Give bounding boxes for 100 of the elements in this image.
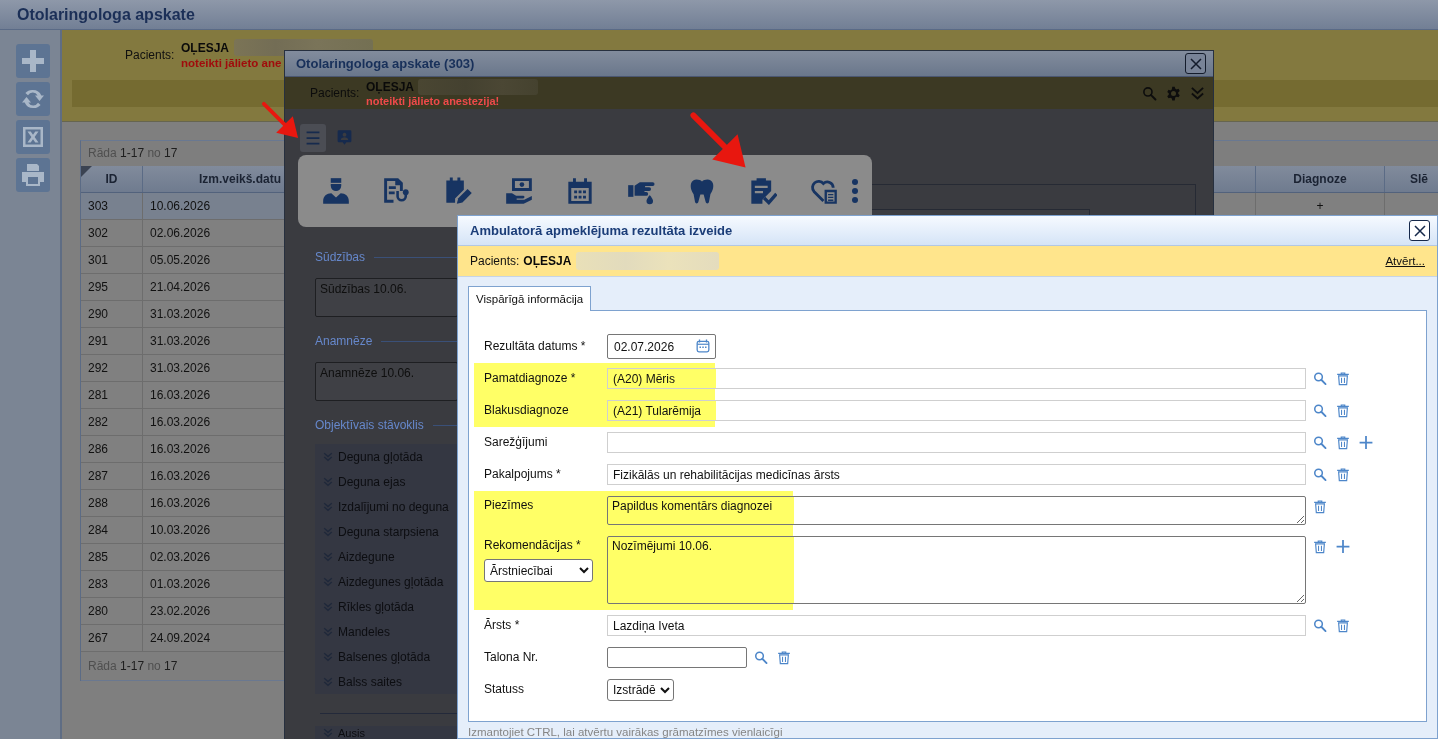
- refresh-icon: [21, 87, 45, 111]
- calendar-icon[interactable]: [696, 339, 710, 353]
- trash-icon[interactable]: [1336, 435, 1350, 450]
- arrow-icon: [261, 101, 299, 139]
- dialog-title: Ambulatorā apmeklējuma rezultāta izveide: [470, 223, 733, 238]
- corner-marker-icon: [81, 166, 92, 177]
- trash-icon[interactable]: [1336, 371, 1350, 386]
- field-label: Talona Nr.: [484, 649, 540, 666]
- notepad-pen-icon[interactable]: [444, 177, 472, 205]
- record-id: 286: [88, 442, 109, 456]
- doctor-icon[interactable]: [322, 177, 350, 205]
- refresh-button[interactable]: [16, 82, 50, 116]
- text-area[interactable]: Papildus komentārs diagnozei: [607, 496, 1306, 525]
- trash-icon[interactable]: [1336, 403, 1350, 418]
- close-button[interactable]: [1409, 220, 1430, 241]
- record-id: 301: [88, 253, 109, 267]
- visit-date: 31.03.2026: [150, 334, 211, 348]
- export-button[interactable]: [16, 120, 50, 154]
- tab[interactable]: Vispārīgā informācija: [468, 286, 592, 311]
- table-row[interactable]: 282 16.03.2026: [81, 409, 285, 436]
- table-row[interactable]: 292 31.03.2026: [81, 355, 285, 382]
- table-row[interactable]: 295 21.04.2026: [81, 274, 285, 301]
- trash-icon[interactable]: [1336, 618, 1350, 633]
- tooth-icon[interactable]: [688, 177, 716, 205]
- dialog-title: Otolaringologa apskate (303): [296, 56, 475, 71]
- field-label: Sarežģījumi: [484, 434, 549, 451]
- menu-icon: [305, 131, 321, 145]
- visit-date: 31.03.2026: [150, 307, 211, 321]
- date-field[interactable]: 02.07.2026: [607, 334, 716, 359]
- visit-date: 23.02.2026: [150, 604, 211, 618]
- trash-icon[interactable]: [1313, 539, 1327, 554]
- status-select[interactable]: Izstrādē: [607, 679, 674, 701]
- printer-icon: [21, 163, 45, 187]
- clipboard-check-icon[interactable]: [749, 177, 777, 205]
- table-row[interactable]: 301 05.05.2026: [81, 247, 285, 274]
- search-icon[interactable]: [754, 650, 768, 665]
- more-vertical-icon[interactable]: [852, 179, 858, 203]
- table-row[interactable]: 291 31.03.2026: [81, 328, 285, 355]
- print-button[interactable]: [16, 158, 50, 192]
- plus-icon[interactable]: [1359, 435, 1373, 450]
- search-icon[interactable]: [1313, 403, 1327, 418]
- visit-date: 02.03.2026: [150, 550, 211, 564]
- record-id: 267: [88, 631, 109, 645]
- table-row[interactable]: 281 16.03.2026: [81, 382, 285, 409]
- patient-label: Pacients:: [125, 48, 176, 62]
- plus-icon: [21, 49, 45, 73]
- visit-date: 21.04.2026: [150, 280, 211, 294]
- visit-date: 01.03.2026: [150, 577, 211, 591]
- visit-date: 16.03.2026: [150, 415, 211, 429]
- record-id: 291: [88, 334, 109, 348]
- field-label: Ārsts *: [484, 617, 521, 634]
- table-row[interactable]: 287 16.03.2026: [81, 463, 285, 490]
- table-row[interactable]: 284 10.03.2026: [81, 517, 285, 544]
- add-button[interactable]: [16, 44, 50, 78]
- input-field[interactable]: (A20) Mēris: [607, 368, 1306, 389]
- column-header[interactable]: Izm.veikš.datu: [199, 172, 282, 186]
- visit-date: 16.03.2026: [150, 496, 211, 510]
- table-row[interactable]: 288 16.03.2026: [81, 490, 285, 517]
- plus-icon[interactable]: [1336, 539, 1350, 554]
- input-field[interactable]: Lazdiņa Iveta: [607, 615, 1306, 636]
- trash-icon[interactable]: [1313, 499, 1327, 514]
- table-row[interactable]: 302 02.06.2026: [81, 220, 285, 247]
- category-select[interactable]: Ārstniecībai: [484, 559, 593, 582]
- arrow-icon: [689, 111, 747, 169]
- table-row[interactable]: 285 02.03.2026: [81, 544, 285, 571]
- field-label: Rekomendācijas *: [484, 537, 582, 554]
- calendar-icon[interactable]: [566, 177, 594, 205]
- input-field[interactable]: (A21) Tularēmija: [607, 400, 1306, 421]
- close-icon: [1413, 224, 1426, 237]
- warning-text: noteikti jālieto ane: [181, 56, 282, 71]
- visit-date: 24.09.2024: [150, 631, 211, 645]
- column-header[interactable]: ID: [105, 172, 118, 186]
- hint-text: Izmantojiet CTRL, lai atvērtu vairākas grāmatzīmes vienlaicīgi: [468, 725, 784, 739]
- table-row[interactable]: 303 10.06.2026: [81, 193, 285, 220]
- table-row[interactable]: 283 01.03.2026: [81, 571, 285, 598]
- search-icon[interactable]: [1313, 467, 1327, 482]
- input-field[interactable]: Fizikālās un rehabilitācijas medicīnas ārsts: [607, 464, 1306, 485]
- heart-document-icon[interactable]: [810, 177, 838, 205]
- input-field[interactable]: [607, 647, 747, 668]
- search-icon[interactable]: [1313, 435, 1327, 450]
- visit-date: 05.05.2026: [150, 253, 211, 267]
- record-id: 280: [88, 604, 109, 618]
- column-header[interactable]: Diagnoze: [1293, 172, 1347, 186]
- table-row[interactable]: 280 23.02.2026: [81, 598, 285, 625]
- table-row[interactable]: 286 16.03.2026: [81, 436, 285, 463]
- file-stethoscope-icon[interactable]: [383, 177, 411, 205]
- trash-icon[interactable]: [777, 650, 791, 665]
- page-title: Otolaringologa apskate: [17, 5, 195, 24]
- table-row[interactable]: 267 24.09.2024: [81, 625, 285, 652]
- patient-name: OĻESJA: [523, 254, 572, 268]
- trash-icon[interactable]: [1336, 467, 1350, 482]
- record-id: 285: [88, 550, 109, 564]
- cash-hand-icon[interactable]: [505, 177, 533, 205]
- field-label: Piezīmes: [484, 497, 535, 514]
- search-icon[interactable]: [1313, 618, 1327, 633]
- text-area[interactable]: Nozīmējumi 10.06.: [607, 536, 1306, 604]
- search-icon[interactable]: [1313, 371, 1327, 386]
- column-header[interactable]: Slē: [1410, 172, 1428, 186]
- open-link[interactable]: Atvērt...: [1385, 255, 1425, 267]
- table-row[interactable]: 290 31.03.2026: [81, 301, 285, 328]
